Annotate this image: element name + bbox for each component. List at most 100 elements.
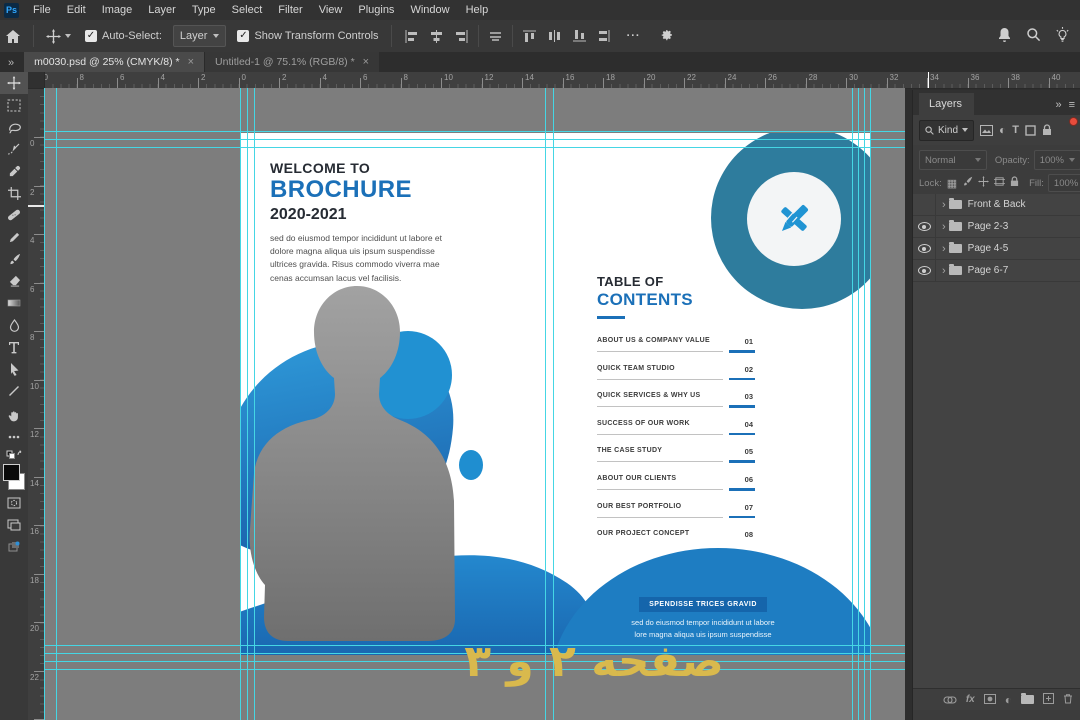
blur-tool[interactable] (0, 314, 28, 336)
layer-visibility-empty[interactable] (913, 194, 936, 215)
expand-group-chevron-icon[interactable]: › (942, 265, 946, 277)
layer-name[interactable]: Front & Back (968, 199, 1026, 210)
menu-item-layer[interactable]: Layer (140, 0, 184, 20)
rectangular-marquee-tool[interactable] (0, 94, 28, 116)
filter-kind-dropdown[interactable]: Kind (919, 120, 974, 141)
menu-item-view[interactable]: View (311, 0, 351, 20)
foreground-color-swatch[interactable] (3, 464, 20, 481)
search-icon[interactable] (1026, 27, 1041, 45)
guide[interactable] (545, 88, 546, 720)
layer-name[interactable]: Page 2-3 (968, 221, 1009, 232)
menu-item-image[interactable]: Image (94, 0, 141, 20)
swap-colors-icon[interactable] (0, 448, 28, 462)
menu-item-file[interactable]: File (25, 0, 59, 20)
brush-tool[interactable] (0, 248, 28, 270)
guide[interactable] (44, 131, 905, 132)
guide[interactable] (44, 139, 905, 140)
lasso-tool[interactable] (0, 116, 28, 138)
filter-adjustment-layers-icon[interactable]: ◐ (999, 124, 1006, 136)
align-left-edges-icon[interactable] (399, 23, 424, 49)
align-top-edges-icon[interactable] (517, 23, 542, 49)
filter-type-layers-icon[interactable]: T (1012, 124, 1019, 136)
layer-visibility-eye-icon[interactable] (913, 216, 936, 237)
lock-transparency-icon[interactable]: ▦ (947, 177, 957, 190)
home-icon[interactable] (0, 23, 26, 49)
workspace-extra-icon[interactable] (0, 536, 28, 558)
layer-name[interactable]: Page 4-5 (968, 243, 1009, 254)
guide[interactable] (44, 88, 45, 720)
type-tool[interactable] (0, 336, 28, 358)
hand-tool[interactable] (0, 404, 28, 426)
new-group-icon[interactable] (1021, 695, 1034, 704)
menu-item-edit[interactable]: Edit (59, 0, 94, 20)
menu-item-type[interactable]: Type (184, 0, 224, 20)
collapse-panel-icon[interactable]: » (1055, 99, 1061, 111)
guide[interactable] (858, 88, 859, 720)
document-tab-active[interactable]: m0030.psd @ 25% (CMYK/8) * × (24, 52, 204, 72)
crop-tool[interactable] (0, 182, 28, 204)
menu-item-filter[interactable]: Filter (270, 0, 310, 20)
close-icon[interactable]: × (188, 56, 194, 68)
path-selection-tool[interactable] (0, 358, 28, 380)
more-options-icon[interactable]: ··· (622, 23, 646, 49)
object-selection-tool[interactable] (0, 138, 28, 160)
layer-style-fx-icon[interactable]: fx (966, 694, 975, 705)
guide[interactable] (247, 88, 248, 720)
layer-visibility-eye-icon[interactable] (913, 238, 936, 259)
eraser-tool[interactable] (0, 270, 28, 292)
canvas-pasteboard[interactable]: WELCOME TO BROCHURE 2020-2021 sed do eiu… (44, 88, 905, 720)
align-bottom-edges-icon[interactable] (567, 23, 592, 49)
distribute-vertical-icon[interactable] (592, 23, 616, 49)
guide[interactable] (254, 88, 255, 720)
guide[interactable] (870, 88, 871, 720)
pencil-tool[interactable] (0, 226, 28, 248)
bell-icon[interactable] (997, 27, 1012, 46)
expand-group-chevron-icon[interactable]: › (942, 199, 946, 211)
layer-row[interactable]: › Page 6-7 (913, 260, 1080, 282)
expand-group-chevron-icon[interactable]: › (942, 221, 946, 233)
panel-menu-icon[interactable]: ≡ (1069, 99, 1075, 111)
layer-row[interactable]: › Page 2-3 (913, 216, 1080, 238)
move-tool-options-icon[interactable] (41, 23, 76, 49)
guide[interactable] (44, 147, 905, 148)
new-adjustment-layer-icon[interactable]: ◐ (1005, 693, 1012, 707)
lock-pixels-icon[interactable] (962, 176, 973, 190)
layer-row[interactable]: › Front & Back (913, 194, 1080, 216)
guide[interactable] (56, 88, 57, 720)
guide[interactable] (864, 88, 865, 720)
foreground-background-colors[interactable] (0, 462, 28, 492)
new-layer-icon[interactable] (1043, 691, 1054, 709)
close-icon[interactable]: × (363, 56, 369, 68)
distribute-horizontal-icon[interactable] (542, 23, 567, 49)
filter-shape-layers-icon[interactable] (1025, 125, 1036, 136)
gradient-tool[interactable] (0, 292, 28, 314)
vertical-ruler[interactable]: 024681012141618202224 (28, 88, 45, 720)
link-layers-icon[interactable] (943, 691, 957, 709)
filter-toggle-red-icon[interactable] (1069, 117, 1078, 126)
align-horizontal-centers-icon[interactable] (424, 23, 449, 49)
healing-brush-tool[interactable] (0, 204, 28, 226)
opacity-dropdown[interactable]: 100% (1034, 150, 1080, 170)
show-transform-controls-checkbox[interactable]: ✓ Show Transform Controls (232, 23, 383, 49)
lock-all-icon[interactable] (1010, 176, 1019, 190)
menu-item-help[interactable]: Help (458, 0, 497, 20)
quick-mask-mode[interactable] (0, 492, 28, 514)
lock-artboard-icon[interactable] (994, 176, 1005, 190)
align-right-edges-icon[interactable] (449, 23, 474, 49)
filter-pixel-layers-icon[interactable] (980, 125, 993, 136)
collapse-panels-icon[interactable]: » (0, 57, 24, 72)
fill-dropdown[interactable]: 100% (1048, 174, 1080, 192)
line-tool[interactable] (0, 380, 28, 402)
layer-visibility-eye-icon[interactable] (913, 260, 936, 281)
add-layer-mask-icon[interactable] (984, 691, 996, 709)
auto-select-target-dropdown[interactable]: Layer (173, 25, 227, 47)
delete-layer-icon[interactable] (1063, 691, 1073, 709)
eyedropper-tool[interactable] (0, 160, 28, 182)
layer-name[interactable]: Page 6-7 (968, 265, 1009, 276)
layer-row[interactable]: ›Page 4-5 (913, 238, 1080, 260)
ruler-origin-corner[interactable] (28, 72, 45, 89)
edit-toolbar-icon[interactable] (0, 426, 28, 448)
document-spread[interactable]: WELCOME TO BROCHURE 2020-2021 sed do eiu… (240, 133, 870, 655)
guide[interactable] (553, 88, 554, 720)
horizontal-ruler[interactable]: 1086420246810121416182022242628303234363… (28, 72, 1080, 89)
